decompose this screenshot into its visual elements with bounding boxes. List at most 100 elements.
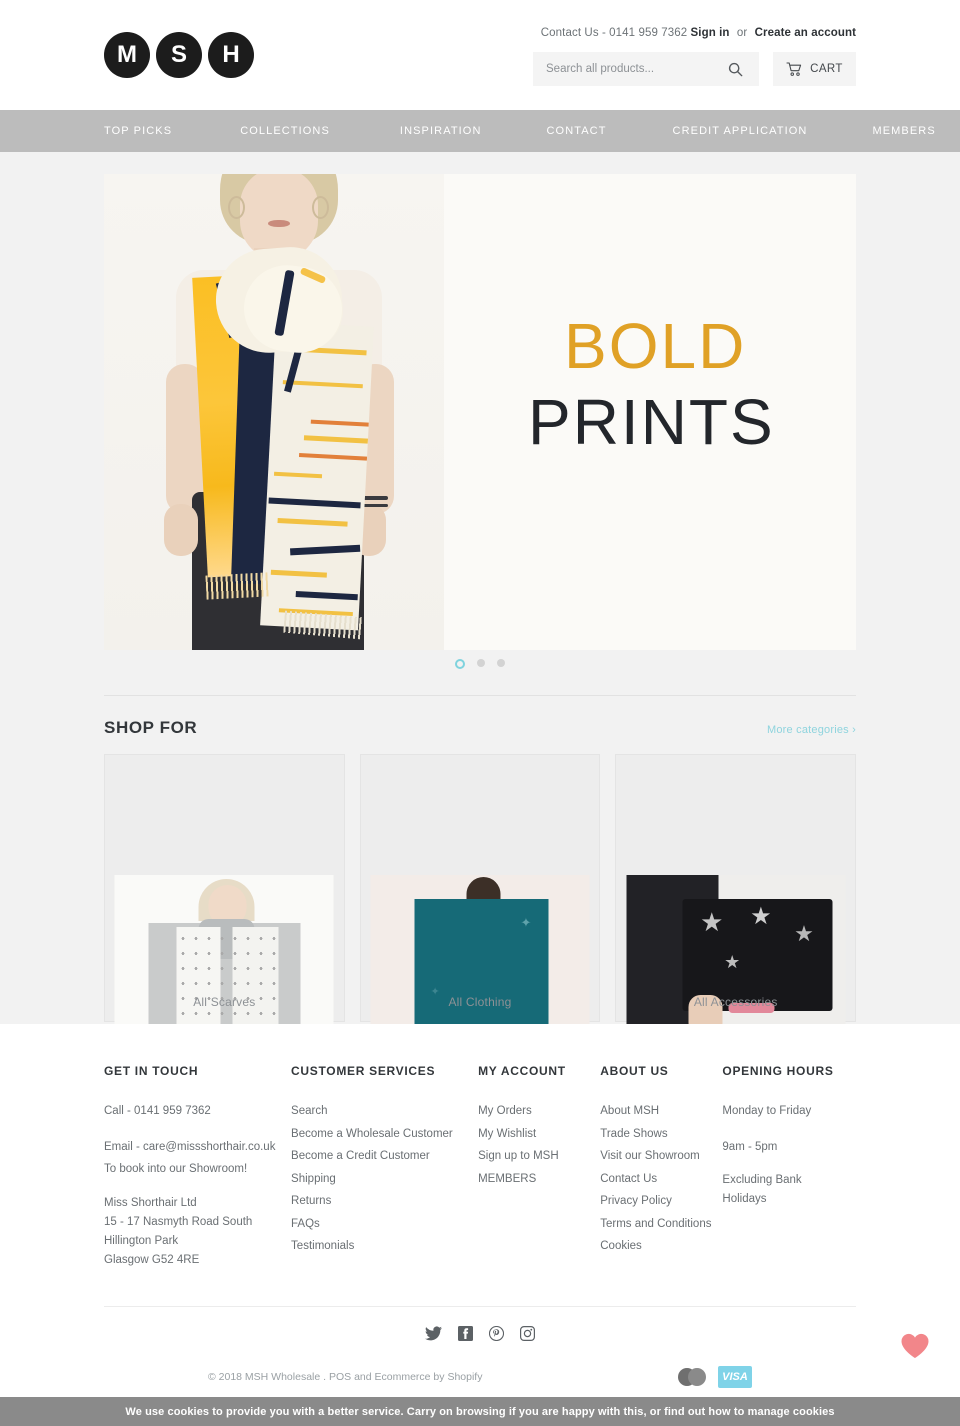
search-box[interactable] [533,52,759,86]
more-categories-link[interactable]: More categories › [767,724,856,736]
footer-link-sign-up-msh[interactable]: Sign up to MSH [478,1145,600,1167]
shop-for-header: SHOP FOR More categories › [104,695,856,754]
footer-link-faqs[interactable]: FAQs [291,1213,478,1235]
wishlist-heart-button[interactable] [892,1322,938,1368]
address-line-3: Hillington Park [104,1234,179,1247]
nav-item-top-picks[interactable]: TOP PICKS [104,125,172,137]
footer-link-testimonials[interactable]: Testimonials [291,1235,478,1257]
opening-hours-exclusions: Excluding Bank Holidays [722,1171,856,1209]
nav-item-members[interactable]: MEMBERS [872,125,935,137]
social-links [104,1305,856,1360]
hero-slider-dots [0,659,960,669]
shop-for-section: SHOP FOR More categories › All Scarves ✦… [0,695,960,1085]
footer-link-search[interactable]: Search [291,1100,478,1122]
footer-link-credit-customer[interactable]: Become a Credit Customer [291,1145,478,1167]
page-root: M S H Contact Us - 0141 959 7362 Sign in… [0,0,960,1426]
footer-link-members[interactable]: MEMBERS [478,1168,600,1190]
twitter-icon[interactable] [425,1325,442,1341]
logo-letter-m: M [104,32,150,78]
payment-icons: VISA [678,1365,752,1388]
model-earring-left [228,196,245,219]
footer-link-returns[interactable]: Returns [291,1190,478,1212]
hero-dot-1[interactable] [455,659,465,669]
category-card-scarves[interactable]: All Scarves [104,754,345,1085]
instagram-icon[interactable] [520,1325,535,1341]
footer-showroom-note: To book into our Showroom! [104,1163,248,1176]
category-label-accessories: All Accessories [693,995,778,1009]
contact-phone-text: Contact Us - 0141 959 7362 [540,27,688,39]
opening-hours-exclusion-line-1: Excluding Bank [722,1174,802,1187]
footer-link-cookies[interactable]: Cookies [600,1235,722,1257]
footer-columns: GET IN TOUCH Call - 0141 959 7362 Email … [104,1024,856,1270]
shop-for-title: SHOP FOR [104,718,198,737]
footer-heading-get-in-touch: GET IN TOUCH [104,1064,199,1078]
nav-item-contact[interactable]: CONTACT [547,125,607,137]
footer-link-visit-showroom[interactable]: Visit our Showroom [600,1145,722,1167]
address-line-4: Glasgow G52 4RE [104,1253,200,1266]
category-card-accessories[interactable]: ★ ★ ★ ★ All Accessories [615,754,857,1085]
search-input[interactable] [533,52,715,86]
cookie-consent-text: We use cookies to provide you with a bet… [125,1405,835,1418]
cookie-consent-bar[interactable]: We use cookies to provide you with a bet… [0,1397,960,1426]
copyright-text: © 2018 MSH Wholesale [208,1370,321,1383]
footer-link-my-wishlist[interactable]: My Wishlist [478,1123,600,1145]
site-header: M S H Contact Us - 0141 959 7362 Sign in… [0,0,960,110]
cart-label: CART [810,63,843,75]
footer-link-trade-shows[interactable]: Trade Shows [600,1123,722,1145]
cart-icon [786,61,802,76]
footer-link-about-msh[interactable]: About MSH [600,1100,722,1122]
footer-link-terms-conditions[interactable]: Terms and Conditions [600,1213,722,1235]
footer-link-my-orders[interactable]: My Orders [478,1100,600,1122]
footer-heading-customer-services: CUSTOMER SERVICES [291,1064,436,1078]
hero-dot-2[interactable] [477,659,485,667]
nav-item-collections[interactable]: COLLECTIONS [240,125,330,137]
footer-link-contact-us[interactable]: Contact Us [600,1168,722,1190]
hero-slide[interactable]: BOLD PRINTS [104,174,856,650]
nav-item-credit-application[interactable]: CREDIT APPLICATION [673,125,808,137]
opening-hours-exclusion-line-2: Holidays [722,1193,767,1206]
logo-letter-h: H [208,32,254,78]
site-footer: GET IN TOUCH Call - 0141 959 7362 Email … [0,1024,960,1388]
footer-column-opening-hours: OPENING HOURS Monday to Friday 9am - 5pm… [722,1060,856,1270]
opening-hours-days: Monday to Friday [722,1105,812,1118]
main-navigation: TOP PICKS COLLECTIONS INSPIRATION CONTAC… [0,110,960,152]
create-account-link[interactable]: Create an account [755,27,856,39]
footer-column-get-in-touch: GET IN TOUCH Call - 0141 959 7362 Email … [104,1060,291,1270]
heart-icon [901,1333,929,1358]
category-card-clothing[interactable]: ✦ ✦ All Clothing [359,754,601,1085]
footer-phone: Call - 0141 959 7362 [104,1105,211,1118]
footer-heading-opening-hours: OPENING HOURS [722,1064,834,1078]
search-icon [728,62,742,76]
address-line-1: Miss Shorthair Ltd [104,1196,197,1209]
hero-dot-3[interactable] [497,659,505,667]
search-submit-button[interactable] [715,52,755,86]
footer-link-wholesale-customer[interactable]: Become a Wholesale Customer [291,1123,478,1145]
cart-button[interactable]: CART [773,52,856,86]
nav-item-inspiration[interactable]: INSPIRATION [400,125,482,137]
category-card-grid: All Scarves ✦ ✦ All Clothing ★ ★ ★ ★ All… [104,754,857,1085]
mastercard-icon [678,1366,712,1388]
hero-model-photo [104,174,444,650]
footer-link-privacy-policy[interactable]: Privacy Policy [600,1190,722,1212]
footer-link-shipping[interactable]: Shipping [291,1168,478,1190]
or-text: or [736,27,748,39]
logo-letter-s: S [156,32,202,78]
footer-bottom-bar: © 2018 MSH Wholesale . POS and Ecommerce… [104,1359,856,1388]
sign-in-link[interactable]: Sign in [691,27,730,39]
visa-icon: VISA [718,1365,752,1388]
site-logo[interactable]: M S H [104,32,254,78]
footer-heading-my-account: MY ACCOUNT [478,1064,566,1078]
scarf-fringe-left [205,572,269,600]
footer-email[interactable]: Email - care@missshorthair.co.uk [104,1136,291,1158]
footer-heading-about-us: ABOUT US [600,1064,669,1078]
footer-column-customer-services: CUSTOMER SERVICES Search Become a Wholes… [291,1060,478,1270]
hero-headline-line-2: PRINTS [528,386,775,459]
shopify-credit-link[interactable]: . POS and Ecommerce by Shopify [323,1371,482,1383]
pinterest-icon[interactable] [489,1325,504,1341]
facebook-icon[interactable] [458,1325,473,1341]
category-label-clothing: All Clothing [448,995,512,1009]
model-hand-left [164,504,198,556]
header-tools: CART [533,52,856,86]
copyright-line: © 2018 MSH Wholesale . POS and Ecommerce… [208,1371,482,1383]
hero-headline: BOLD PRINTS [528,313,775,456]
